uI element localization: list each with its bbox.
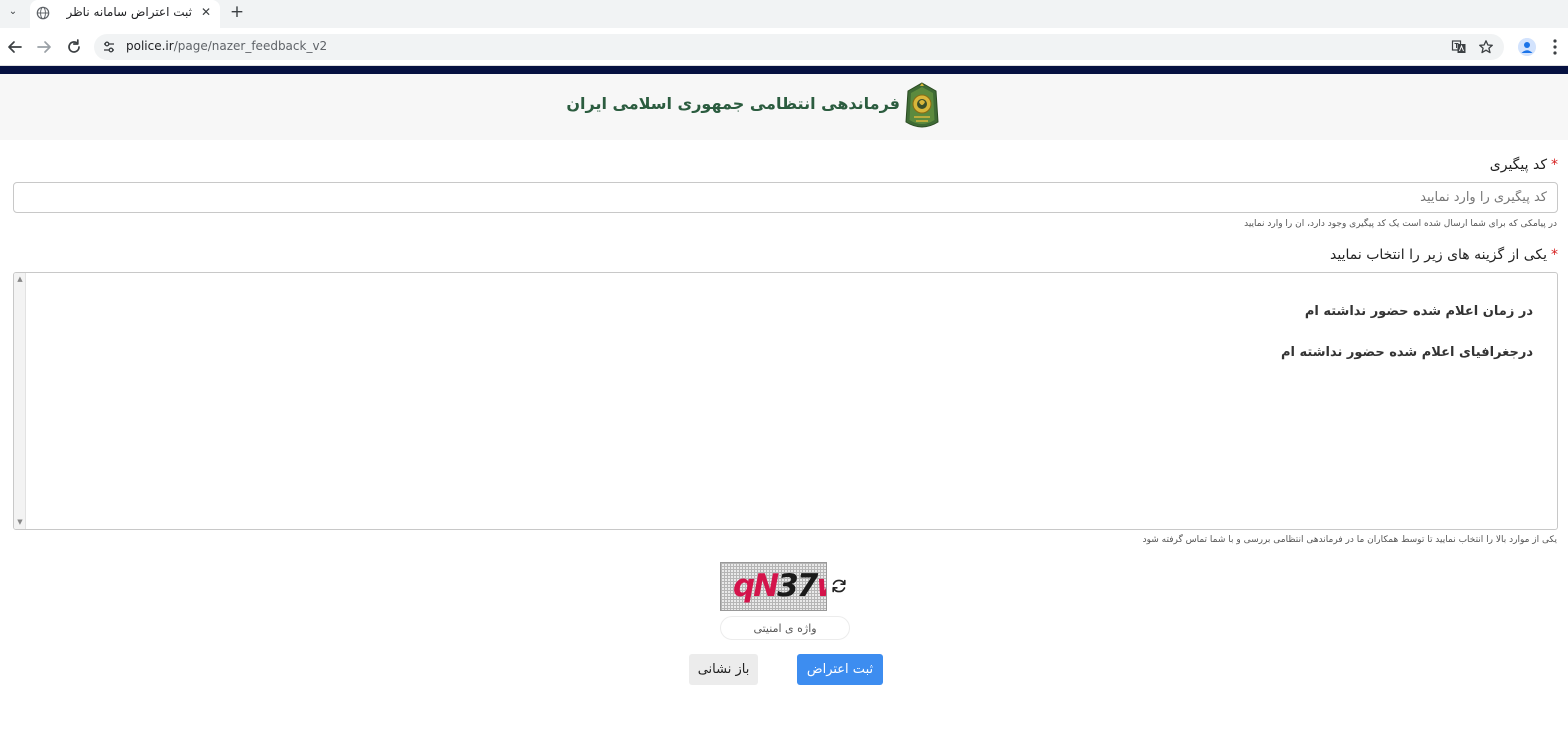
police-emblem-icon [905,82,939,128]
browser-toolbar: police.ir/page/nazer_feedback_v2 [0,28,1568,66]
reset-button[interactable]: باز نشانی [689,654,758,685]
browser-menu-icon[interactable] [1549,37,1561,57]
address-bar[interactable]: police.ir/page/nazer_feedback_v2 [94,34,1504,60]
captcha-input[interactable] [720,616,850,640]
captcha-text-part3: w [816,568,826,604]
options-listbox[interactable]: ▲ ▼ در زمان اعلام شده حضور نداشته ام درج… [13,272,1558,530]
site-info-icon[interactable] [102,40,116,54]
tab-strip: ⌄ ثبت اعتراض سامانه ناظر ✕ + [0,0,1568,28]
translate-icon[interactable] [1451,39,1467,55]
scroll-down-arrow-icon[interactable]: ▼ [16,518,24,526]
captcha-text: qN37w [733,568,826,604]
back-arrow-icon[interactable] [5,37,25,57]
page-title: فرماندهی انتظامی جمهوری اسلامی ایران [566,94,900,113]
bookmark-star-icon[interactable] [1478,39,1494,55]
submit-objection-button[interactable]: ثبت اعتراض [797,654,883,685]
option-item-absent-location[interactable]: درجغرافیای اعلام شده حضور نداشته ام [1281,345,1533,360]
site-header: فرماندهی انتظامی جمهوری اسلامی ایران [0,74,1568,140]
url-path: /page/nazer_feedback_v2 [173,39,328,53]
profile-avatar-icon[interactable] [1518,38,1536,56]
option-item-absent-time[interactable]: در زمان اعلام شده حضور نداشته ام [1305,304,1533,319]
listbox-scrollbar[interactable]: ▲ ▼ [14,273,26,529]
captcha-image: qN37w [720,562,827,611]
url-text: police.ir/page/nazer_feedback_v2 [126,39,327,53]
tracking-code-label: *کد پیگیری [1490,157,1558,173]
scroll-up-arrow-icon[interactable]: ▲ [16,275,24,283]
browser-tab-active[interactable]: ثبت اعتراض سامانه ناظر ✕ [30,0,220,28]
tab-close-icon[interactable]: ✕ [198,4,214,20]
tracking-code-label-text: کد پیگیری [1489,157,1547,173]
captcha-refresh-icon[interactable] [830,577,848,595]
captcha-text-part1: qN [733,568,779,604]
url-host: police.ir [126,39,174,53]
forward-arrow-icon[interactable] [34,37,54,57]
options-help: یکی از موارد بالا را انتخاب نمایید تا تو… [1142,535,1557,545]
options-label-text: یکی از گزینه های زیر را انتخاب نمایید [1330,247,1547,263]
required-mark: * [1551,247,1558,263]
reload-icon[interactable] [64,37,84,57]
top-color-bar [0,66,1568,74]
tab-search-chevron-icon[interactable]: ⌄ [4,3,22,21]
required-mark: * [1551,157,1558,173]
tracking-code-help: در پیامکی که برای شما ارسال شده است یک ک… [1244,219,1557,229]
tracking-code-input[interactable] [13,182,1558,213]
new-tab-icon[interactable]: + [227,2,247,22]
options-label: *یکی از گزینه های زیر را انتخاب نمایید [1330,247,1558,263]
captcha-text-part2: 37 [777,568,818,604]
tab-title: ثبت اعتراض سامانه ناظر [66,5,192,19]
